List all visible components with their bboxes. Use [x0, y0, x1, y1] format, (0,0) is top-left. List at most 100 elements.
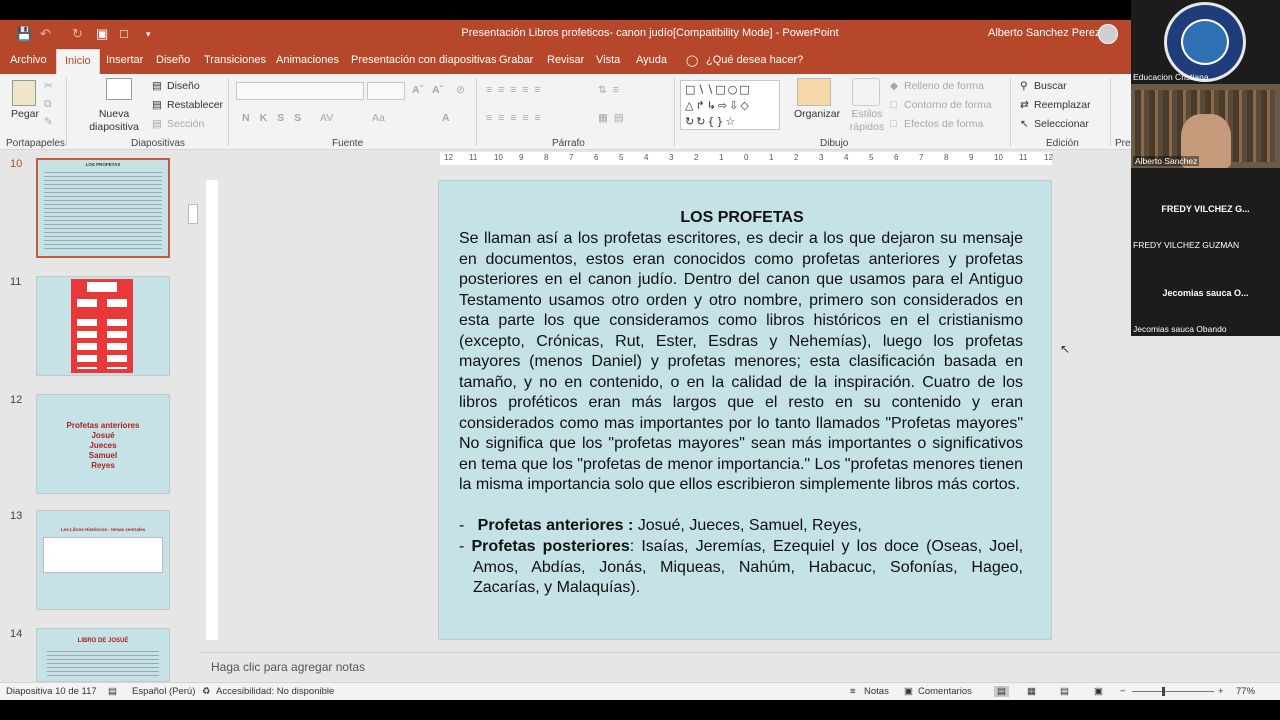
language-indicator[interactable]: Español (Perú): [132, 686, 195, 697]
comments-button[interactable]: Comentarios: [918, 686, 972, 697]
accessibility-status[interactable]: Accesibilidad: No disponible: [216, 686, 334, 697]
thumbnail-slide-13[interactable]: Los Libros Históricos - temas centrales: [36, 510, 170, 610]
reading-view-icon[interactable]: ▤: [1060, 686, 1069, 697]
zoom-in-icon[interactable]: +: [1218, 686, 1224, 697]
notes-pane[interactable]: Haga clic para agregar notas: [200, 652, 1280, 682]
spellcheck-icon[interactable]: ▤: [108, 686, 117, 697]
thumbnail-slide-10[interactable]: LOS PROFETAS: [36, 158, 170, 258]
new-file-icon[interactable]: □: [120, 26, 128, 41]
slide-title[interactable]: LOS PROFETAS: [439, 209, 1045, 227]
slide-sorter-icon[interactable]: ▦: [1027, 686, 1036, 697]
change-case-icon[interactable]: Aa: [372, 112, 385, 124]
zoom-level[interactable]: 77%: [1236, 686, 1255, 697]
user-avatar[interactable]: [1098, 24, 1118, 44]
find-icon: ⚲: [1020, 80, 1028, 92]
bullet-profetas-anteriores[interactable]: - Profetas anteriores : Josué, Jueces, S…: [459, 516, 1023, 537]
select-button[interactable]: Seleccionar: [1034, 118, 1089, 130]
tab-archivo[interactable]: Archivo: [10, 54, 47, 66]
participant-tile[interactable]: Educacion Cristiana: [1131, 0, 1280, 84]
align-icons[interactable]: ≡≡≡≡≡: [486, 112, 547, 124]
zoom-out-icon[interactable]: −: [1120, 686, 1126, 697]
save-icon[interactable]: 💾: [16, 26, 32, 42]
customize-qat-icon[interactable]: ▾: [146, 29, 151, 40]
tab-transiciones[interactable]: Transiciones: [204, 54, 266, 66]
zoom-slider[interactable]: [1132, 691, 1214, 692]
participant-tile[interactable]: Jecomias sauca O... Jecomias sauca Oband…: [1131, 252, 1280, 336]
shrink-font-icon[interactable]: Aˇ: [432, 84, 443, 96]
undo-icon[interactable]: ↶: [40, 26, 51, 42]
new-slide-icon[interactable]: [106, 78, 132, 100]
tab-animaciones[interactable]: Animaciones: [276, 54, 339, 66]
shapes-gallery[interactable]: □∖∖□○□ △↱↳⇨⇩◇ ↻↻{​}☆: [680, 80, 780, 130]
reset-button[interactable]: Restablecer: [167, 99, 223, 111]
thumb-number: 12: [10, 394, 23, 406]
tab-insertar[interactable]: Insertar: [106, 54, 143, 66]
arrange-button[interactable]: Organizar: [794, 108, 840, 120]
tab-grabar[interactable]: Grabar: [499, 54, 533, 66]
font-color-icon[interactable]: A: [442, 112, 450, 124]
participant-tile[interactable]: FREDY VILCHEZ G... FREDY VILCHEZ GUZMAN: [1131, 168, 1280, 252]
shape-outline-button[interactable]: Contorno de forma: [904, 99, 992, 111]
thumbnail-scrollbar[interactable]: [186, 150, 200, 682]
tab-inicio[interactable]: Inicio: [56, 49, 100, 74]
text-direction-icons[interactable]: ⇅≡: [598, 84, 625, 96]
redo-icon[interactable]: ↻: [72, 26, 83, 42]
thumbnail-slide-11[interactable]: [36, 276, 170, 376]
slide-thumbnail-pane: 10 LOS PROFETAS 11 12 Profetas anteriore…: [0, 150, 200, 682]
ruler-tick-label: 1: [719, 153, 724, 162]
char-spacing-icon[interactable]: AV: [320, 112, 333, 124]
title-bar: 💾 ↶ ↻ ▣ □ ▾ Presentación Libros profetic…: [0, 20, 1280, 48]
smartart-icons[interactable]: ▦▤: [598, 112, 630, 124]
zoom-slider-handle[interactable]: [1162, 687, 1165, 696]
thumbnail-slide-12[interactable]: Profetas anteriores Josué Jueces Samuel …: [36, 394, 170, 494]
bullet-profetas-posteriores[interactable]: - Profetas posteriores: Isaías, Jeremías…: [459, 537, 1023, 599]
paste-icon[interactable]: [12, 80, 36, 106]
shape-effects-button[interactable]: Efectos de forma: [904, 118, 983, 130]
participant-camera[interactable]: Alberto Sanchez: [1131, 84, 1280, 168]
user-name[interactable]: Alberto Sanchez Perez: [988, 27, 1101, 39]
tell-me-search[interactable]: ¿Qué desea hacer?: [706, 54, 803, 66]
slide-body-text[interactable]: Se llaman así a los profetas escritores,…: [459, 229, 1023, 496]
tab-ayuda[interactable]: Ayuda: [636, 54, 667, 66]
participant-display-name: FREDY VILCHEZ G...: [1161, 204, 1250, 214]
group-label-more: Pre: [1115, 138, 1131, 149]
thumb-number: 11: [10, 276, 22, 288]
cut-icon[interactable]: ✂: [44, 80, 53, 92]
tab-vista[interactable]: Vista: [596, 54, 620, 66]
ruler-tick-label: 9: [969, 153, 974, 162]
present-icon[interactable]: ▣: [96, 26, 108, 42]
thumb-title: LIBRO DE JOSUÉ: [77, 638, 129, 644]
shape-fill-button[interactable]: Relleno de forma: [904, 80, 984, 92]
tab-revisar[interactable]: Revisar: [547, 54, 584, 66]
quick-styles-icon: [852, 78, 880, 106]
tab-presentacion[interactable]: Presentación con diapositivas: [351, 54, 497, 66]
section-button[interactable]: Sección: [167, 118, 204, 130]
video-call-panel: Educacion Cristiana Alberto Sanchez FRED…: [1131, 0, 1280, 336]
new-slide-button[interactable]: Nueva diapositiva: [86, 108, 142, 134]
notes-button[interactable]: Notas: [864, 686, 889, 697]
layout-button[interactable]: Diseño: [167, 80, 200, 92]
group-separator: [228, 78, 229, 146]
slide-canvas[interactable]: LOS PROFETAS Se llaman así a los profeta…: [438, 180, 1052, 640]
font-size-select[interactable]: [367, 82, 405, 100]
grow-font-icon[interactable]: Aˆ: [412, 84, 423, 96]
normal-view-icon[interactable]: ▤: [994, 686, 1009, 697]
window-title: Presentación Libros profeticos- canon ju…: [461, 27, 839, 39]
format-painter-icon[interactable]: ✎: [44, 116, 53, 128]
list-icons[interactable]: ≡≡≡≡≡: [486, 84, 547, 96]
accessibility-icon: ♻: [202, 686, 211, 697]
replace-button[interactable]: Reemplazar: [1034, 99, 1091, 111]
quick-styles-button[interactable]: Estilos rápidos: [842, 108, 892, 134]
find-button[interactable]: Buscar: [1034, 80, 1067, 92]
copy-icon[interactable]: ⧉: [44, 98, 52, 111]
font-family-select[interactable]: [236, 82, 364, 100]
scrollbar-thumb[interactable]: [188, 204, 198, 224]
paste-button[interactable]: Pegar: [11, 108, 39, 120]
font-style-icons[interactable]: NKSS: [242, 112, 311, 124]
group-label-drawing: Dibujo: [820, 138, 849, 149]
notes-placeholder[interactable]: Haga clic para agregar notas: [211, 660, 365, 674]
slideshow-icon[interactable]: ▣: [1094, 686, 1103, 697]
clear-format-icon[interactable]: ⊘: [456, 84, 465, 96]
tab-diseno[interactable]: Diseño: [156, 54, 190, 66]
thumbnail-slide-14[interactable]: LIBRO DE JOSUÉ: [36, 628, 170, 682]
